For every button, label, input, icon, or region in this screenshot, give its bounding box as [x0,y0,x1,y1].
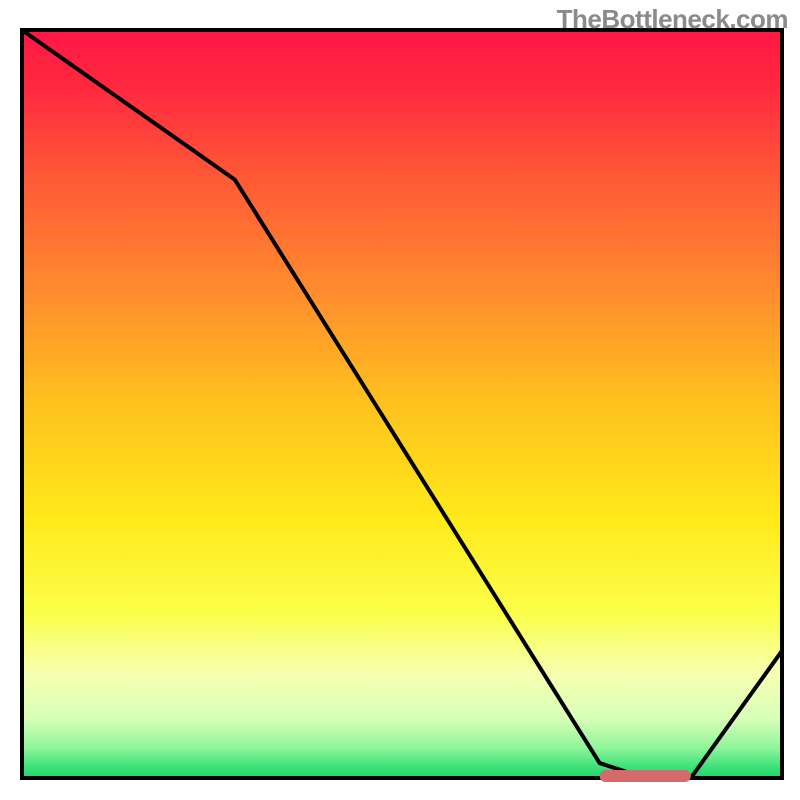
chart-container: TheBottleneck.com [0,0,800,800]
bottleneck-chart [0,0,800,800]
plot-background [22,30,782,778]
min-marker [600,770,691,782]
watermark-text: TheBottleneck.com [557,4,788,35]
